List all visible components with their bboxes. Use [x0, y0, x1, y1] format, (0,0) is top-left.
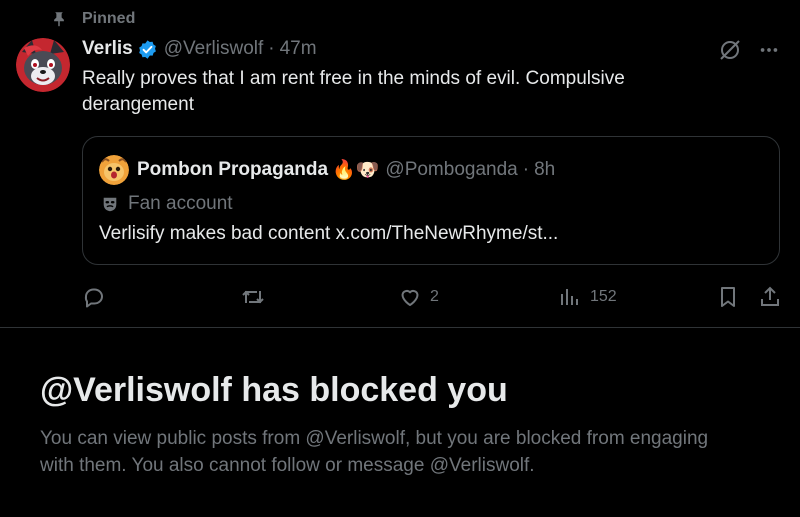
tweet-header: Verlis @Verliswolf · 47m	[82, 36, 317, 62]
author-handle[interactable]: @Verliswolf	[164, 38, 264, 60]
views-button[interactable]: 152	[558, 284, 617, 310]
reply-icon	[84, 288, 103, 308]
theater-mask-icon	[103, 197, 117, 212]
author-avatar[interactable]	[16, 38, 70, 92]
tweet-time[interactable]: 47m	[280, 38, 317, 60]
quoted-author-name[interactable]: Pombon Propaganda	[137, 159, 328, 181]
heart-icon	[401, 289, 419, 306]
fan-account-label: Fan account	[101, 193, 233, 215]
pin-icon	[54, 12, 64, 27]
quoted-tweet-card[interactable]: Pombon Propaganda 🔥🐶 @Pomboganda · 8h Fa…	[82, 136, 780, 265]
share-icon	[761, 286, 779, 306]
share-button[interactable]	[758, 284, 782, 310]
repost-icon	[242, 290, 264, 304]
quoted-author-handle[interactable]: @Pomboganda	[385, 159, 517, 181]
quoted-author-avatar[interactable]	[99, 155, 129, 185]
blocked-description: You can view public posts from @Verliswo…	[40, 428, 709, 476]
views-chart-icon	[561, 289, 578, 305]
reply-button[interactable]	[82, 284, 114, 310]
views-count: 152	[590, 288, 617, 305]
pinned-indicator: Pinned	[50, 8, 135, 30]
blocked-title: @Verliswolf has blocked you	[40, 371, 508, 409]
quoted-tweet-text: Verlisify makes bad content x.com/TheNew…	[99, 223, 559, 244]
like-button[interactable]: 2	[398, 284, 439, 310]
bookmark-icon	[721, 287, 735, 307]
header-separator: ·	[268, 38, 275, 59]
fire-dog-emoji: 🔥🐶	[332, 160, 380, 181]
section-divider	[0, 327, 800, 328]
quoted-tweet-time[interactable]: 8h	[534, 159, 555, 181]
verified-badge-icon[interactable]	[137, 39, 158, 60]
like-count: 2	[430, 288, 439, 305]
tweet-text: Really proves that I am rent free in the…	[82, 68, 625, 115]
grok-icon[interactable]	[718, 38, 742, 62]
author-name[interactable]: Verlis	[82, 38, 133, 60]
tweet-action-bar: 2 152	[82, 284, 782, 310]
more-options-icon[interactable]	[758, 39, 780, 61]
quoted-tweet-header: Pombon Propaganda 🔥🐶 @Pomboganda · 8h	[99, 155, 555, 185]
quoted-header-separator: ·	[522, 159, 530, 180]
tweet-top-actions	[718, 38, 780, 62]
pinned-label: Pinned	[82, 10, 136, 27]
repost-button[interactable]	[240, 284, 274, 310]
bookmark-button[interactable]	[716, 284, 740, 310]
fan-account-text: Fan account	[128, 193, 233, 214]
